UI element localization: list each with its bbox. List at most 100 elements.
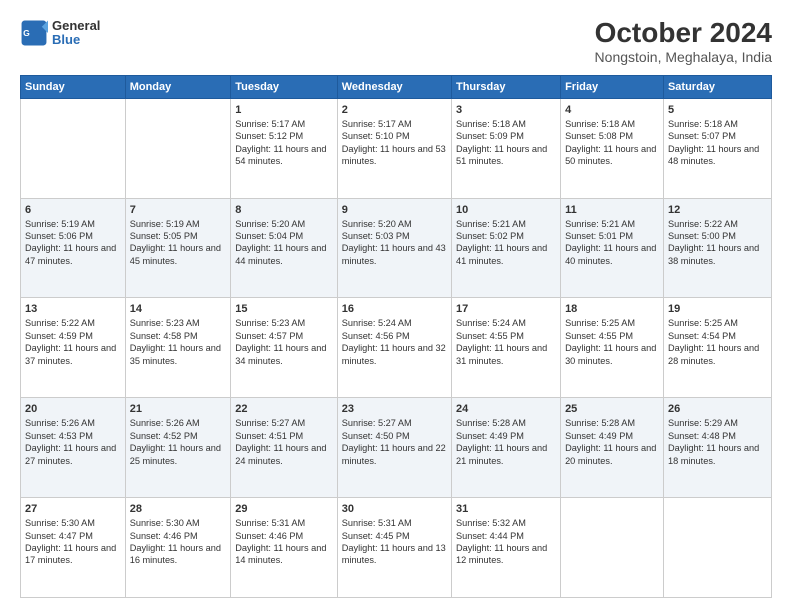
cell-content: Sunrise: 5:24 AMSunset: 4:55 PMDaylight:… [456, 317, 556, 367]
day-number: 21 [130, 403, 227, 415]
cell-content: Sunrise: 5:31 AMSunset: 4:45 PMDaylight:… [342, 517, 447, 567]
cell-content: Sunrise: 5:26 AMSunset: 4:53 PMDaylight:… [25, 417, 121, 467]
subtitle: Nongstoin, Meghalaya, India [595, 49, 772, 65]
logo-text: General Blue [52, 18, 100, 47]
day-number: 19 [668, 303, 767, 315]
col-header-saturday: Saturday [663, 75, 771, 98]
calendar-cell: 5Sunrise: 5:18 AMSunset: 5:07 PMDaylight… [663, 98, 771, 198]
cell-content: Sunrise: 5:23 AMSunset: 4:57 PMDaylight:… [235, 317, 333, 367]
col-header-thursday: Thursday [451, 75, 560, 98]
cell-content: Sunrise: 5:31 AMSunset: 4:46 PMDaylight:… [235, 517, 333, 567]
day-number: 13 [25, 303, 121, 315]
header: G General Blue October 2024 Nongstoin, M… [20, 18, 772, 65]
cell-content: Sunrise: 5:30 AMSunset: 4:46 PMDaylight:… [130, 517, 227, 567]
day-number: 3 [456, 104, 556, 116]
cell-content: Sunrise: 5:29 AMSunset: 4:48 PMDaylight:… [668, 417, 767, 467]
page: G General Blue October 2024 Nongstoin, M… [0, 0, 792, 612]
cell-content: Sunrise: 5:19 AMSunset: 5:06 PMDaylight:… [25, 218, 121, 268]
cell-content: Sunrise: 5:22 AMSunset: 4:59 PMDaylight:… [25, 317, 121, 367]
logo: G General Blue [20, 18, 100, 47]
cell-content: Sunrise: 5:27 AMSunset: 4:51 PMDaylight:… [235, 417, 333, 467]
day-number: 11 [565, 204, 659, 216]
day-number: 9 [342, 204, 447, 216]
calendar-cell: 25Sunrise: 5:28 AMSunset: 4:49 PMDayligh… [561, 398, 664, 498]
day-number: 20 [25, 403, 121, 415]
cell-content: Sunrise: 5:24 AMSunset: 4:56 PMDaylight:… [342, 317, 447, 367]
day-number: 27 [25, 503, 121, 515]
calendar-cell: 20 Sunrise: 5:26 AMSunset: 4:53 PMDayligh… [21, 398, 126, 498]
cell-content: Sunrise: 5:17 AMSunset: 5:10 PMDaylight:… [342, 118, 447, 168]
week-row-1: 1 Sunrise: 5:17 AMSunset: 5:12 PMDaylight… [21, 98, 772, 198]
day-number: 7 [130, 204, 227, 216]
calendar-cell: 29 Sunrise: 5:31 AMSunset: 4:46 PMDayligh… [231, 498, 338, 598]
calendar-cell: 9Sunrise: 5:20 AMSunset: 5:03 PMDaylight… [337, 198, 451, 298]
col-header-monday: Monday [125, 75, 231, 98]
calendar-cell: 23 Sunrise: 5:27 AMSunset: 4:50 PMDayligh… [337, 398, 451, 498]
calendar-cell: 18 Sunrise: 5:25 AMSunset: 4:55 PMDayligh… [561, 298, 664, 398]
col-header-friday: Friday [561, 75, 664, 98]
calendar-cell: 26Sunrise: 5:29 AMSunset: 4:48 PMDayligh… [663, 398, 771, 498]
calendar-cell: 13 Sunrise: 5:22 AMSunset: 4:59 PMDayligh… [21, 298, 126, 398]
week-row-2: 6 Sunrise: 5:19 AMSunset: 5:06 PMDaylight… [21, 198, 772, 298]
calendar-cell: 14 Sunrise: 5:23 AMSunset: 4:58 PMDayligh… [125, 298, 231, 398]
main-title: October 2024 [595, 18, 772, 49]
day-number: 23 [342, 403, 447, 415]
calendar-cell: 28 Sunrise: 5:30 AMSunset: 4:46 PMDayligh… [125, 498, 231, 598]
calendar-cell: 2Sunrise: 5:17 AMSunset: 5:10 PMDaylight… [337, 98, 451, 198]
calendar-cell: 3 Sunrise: 5:18 AMSunset: 5:09 PMDaylight… [451, 98, 560, 198]
day-number: 24 [456, 403, 556, 415]
cell-content: Sunrise: 5:23 AMSunset: 4:58 PMDaylight:… [130, 317, 227, 367]
calendar-cell: 10Sunrise: 5:21 AMSunset: 5:02 PMDayligh… [451, 198, 560, 298]
calendar-cell: 17 Sunrise: 5:24 AMSunset: 4:55 PMDayligh… [451, 298, 560, 398]
cell-content: Sunrise: 5:27 AMSunset: 4:50 PMDaylight:… [342, 417, 447, 467]
day-number: 4 [565, 104, 659, 116]
cell-content: Sunrise: 5:28 AMSunset: 4:49 PMDaylight:… [565, 417, 659, 467]
calendar-cell [125, 98, 231, 198]
day-number: 17 [456, 303, 556, 315]
day-number: 1 [235, 104, 333, 116]
calendar-cell: 19 Sunrise: 5:25 AMSunset: 4:54 PMDayligh… [663, 298, 771, 398]
cell-content: Sunrise: 5:18 AMSunset: 5:09 PMDaylight:… [456, 118, 556, 168]
day-number: 31 [456, 503, 556, 515]
week-row-4: 20 Sunrise: 5:26 AMSunset: 4:53 PMDayligh… [21, 398, 772, 498]
col-header-wednesday: Wednesday [337, 75, 451, 98]
cell-content: Sunrise: 5:19 AMSunset: 5:05 PMDaylight:… [130, 218, 227, 268]
day-number: 8 [235, 204, 333, 216]
cell-content: Sunrise: 5:25 AMSunset: 4:55 PMDaylight:… [565, 317, 659, 367]
cell-content: Sunrise: 5:21 AMSunset: 5:01 PMDaylight:… [565, 218, 659, 268]
calendar-cell: 30Sunrise: 5:31 AMSunset: 4:45 PMDayligh… [337, 498, 451, 598]
cell-content: Sunrise: 5:20 AMSunset: 5:04 PMDaylight:… [235, 218, 333, 268]
calendar-cell: 12Sunrise: 5:22 AMSunset: 5:00 PMDayligh… [663, 198, 771, 298]
calendar-cell: 22Sunrise: 5:27 AMSunset: 4:51 PMDayligh… [231, 398, 338, 498]
title-block: October 2024 Nongstoin, Meghalaya, India [595, 18, 772, 65]
day-number: 14 [130, 303, 227, 315]
calendar-cell: 7 Sunrise: 5:19 AMSunset: 5:05 PMDaylight… [125, 198, 231, 298]
calendar-cell: 4 Sunrise: 5:18 AMSunset: 5:08 PMDaylight… [561, 98, 664, 198]
day-number: 28 [130, 503, 227, 515]
calendar-header-row: SundayMondayTuesdayWednesdayThursdayFrid… [21, 75, 772, 98]
week-row-3: 13 Sunrise: 5:22 AMSunset: 4:59 PMDayligh… [21, 298, 772, 398]
calendar-cell [21, 98, 126, 198]
calendar-cell: 8 Sunrise: 5:20 AMSunset: 5:04 PMDaylight… [231, 198, 338, 298]
logo-line2: Blue [52, 32, 100, 48]
calendar-cell: 6 Sunrise: 5:19 AMSunset: 5:06 PMDaylight… [21, 198, 126, 298]
cell-content: Sunrise: 5:18 AMSunset: 5:08 PMDaylight:… [565, 118, 659, 168]
day-number: 6 [25, 204, 121, 216]
day-number: 29 [235, 503, 333, 515]
day-number: 18 [565, 303, 659, 315]
cell-content: Sunrise: 5:17 AMSunset: 5:12 PMDaylight:… [235, 118, 333, 168]
svg-text:G: G [23, 28, 30, 38]
day-number: 5 [668, 104, 767, 116]
calendar-cell [561, 498, 664, 598]
calendar-table: SundayMondayTuesdayWednesdayThursdayFrid… [20, 75, 772, 598]
week-row-5: 27Sunrise: 5:30 AMSunset: 4:47 PMDayligh… [21, 498, 772, 598]
day-number: 16 [342, 303, 447, 315]
cell-content: Sunrise: 5:22 AMSunset: 5:00 PMDaylight:… [668, 218, 767, 268]
calendar-cell: 16 Sunrise: 5:24 AMSunset: 4:56 PMDayligh… [337, 298, 451, 398]
logo-icon: G [20, 19, 48, 47]
cell-content: Sunrise: 5:25 AMSunset: 4:54 PMDaylight:… [668, 317, 767, 367]
calendar-cell [663, 498, 771, 598]
day-number: 15 [235, 303, 333, 315]
calendar-cell: 21Sunrise: 5:26 AMSunset: 4:52 PMDayligh… [125, 398, 231, 498]
calendar-cell: 11 Sunrise: 5:21 AMSunset: 5:01 PMDayligh… [561, 198, 664, 298]
